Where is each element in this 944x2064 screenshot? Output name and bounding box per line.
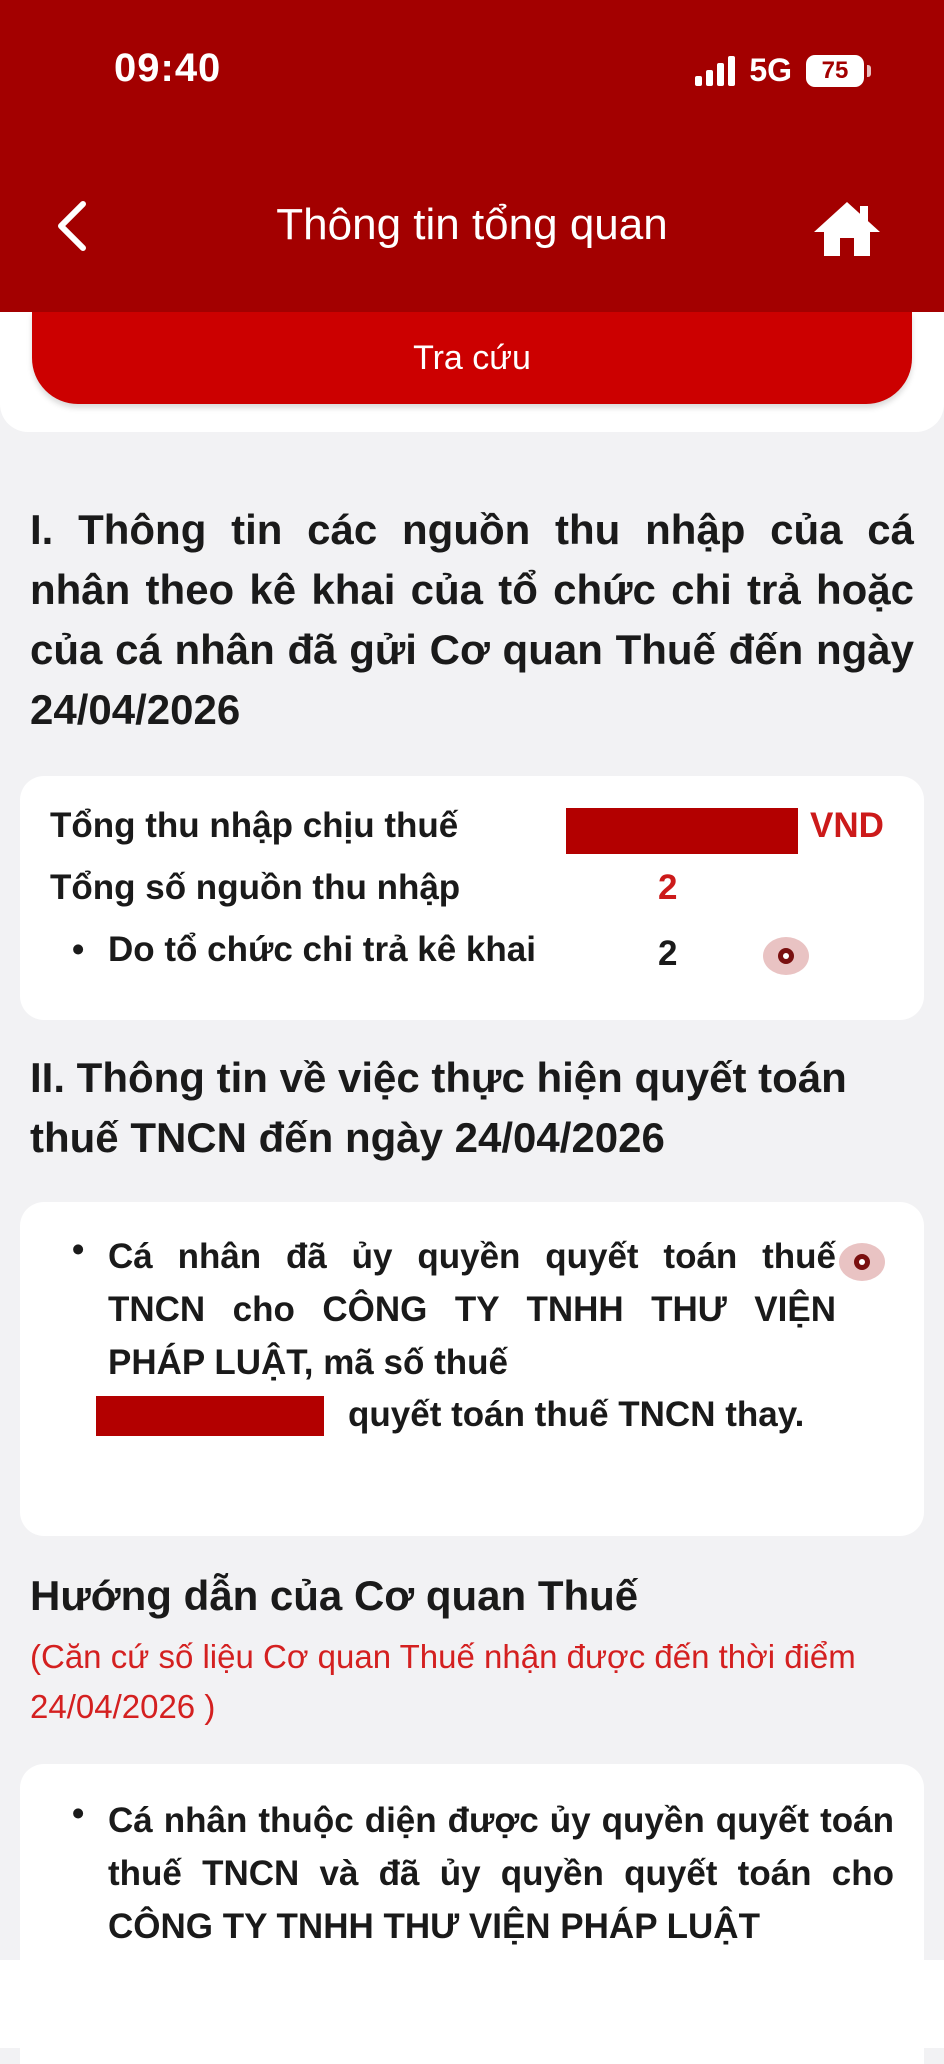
guidance-note: (Căn cứ số liệu Cơ quan Thuế nhận được đ… <box>30 1638 856 1725</box>
bullet: • <box>72 1230 85 1269</box>
signal-icon <box>695 55 736 86</box>
bullet: • <box>72 1794 85 1833</box>
home-icon <box>814 202 880 256</box>
declared-by-org-value: 2 <box>658 934 678 973</box>
income-summary-card: Tổng thu nhập chịu thuế VND Tổng số nguồ… <box>20 776 924 1020</box>
settlement-text: Cá nhân đã ủy quyền quyết toán thuế TNCN… <box>108 1237 836 1382</box>
settlement-text-end: quyết toán thuế TNCN thay. <box>348 1395 805 1434</box>
home-button[interactable] <box>812 196 882 260</box>
search-button[interactable]: Tra cứu <box>32 312 912 404</box>
income-sources-value: 2 <box>658 868 678 907</box>
currency-label: VND <box>810 806 884 845</box>
network-type: 5G <box>749 52 792 88</box>
status-indicators: 5G 75 <box>695 52 871 89</box>
guidance-heading: Hướng dẫn của Cơ quan Thuế <box>30 1572 639 1619</box>
bottom-area <box>0 1960 944 2048</box>
eye-icon[interactable] <box>838 1242 886 1282</box>
income-sources-label: Tổng số nguồn thu nhập <box>50 868 461 907</box>
total-income-label: Tổng thu nhập chịu thuế <box>50 806 459 845</box>
page-title: Thông tin tổng quan <box>276 200 668 249</box>
section-2-heading: II. Thông tin về việc thực hiện quyết to… <box>30 1054 847 1161</box>
bullet: • <box>72 930 85 969</box>
section-1-heading: I. Thông tin các nguồn thu nhập của cá n… <box>30 506 914 733</box>
declared-by-org-label: Do tổ chức chi trả kê khai <box>108 930 536 969</box>
battery-level: 75 <box>821 56 849 84</box>
redacted-amount <box>566 808 798 854</box>
status-time: 09:40 <box>114 46 222 90</box>
battery-icon: 75 <box>806 54 871 87</box>
settlement-card: • Cá nhân đã ủy quyền quyết toán thuế TN… <box>20 1202 924 1536</box>
app-header: 09:40 5G 75 Thông tin tổng quan <box>0 0 944 312</box>
eye-icon[interactable] <box>762 936 810 976</box>
